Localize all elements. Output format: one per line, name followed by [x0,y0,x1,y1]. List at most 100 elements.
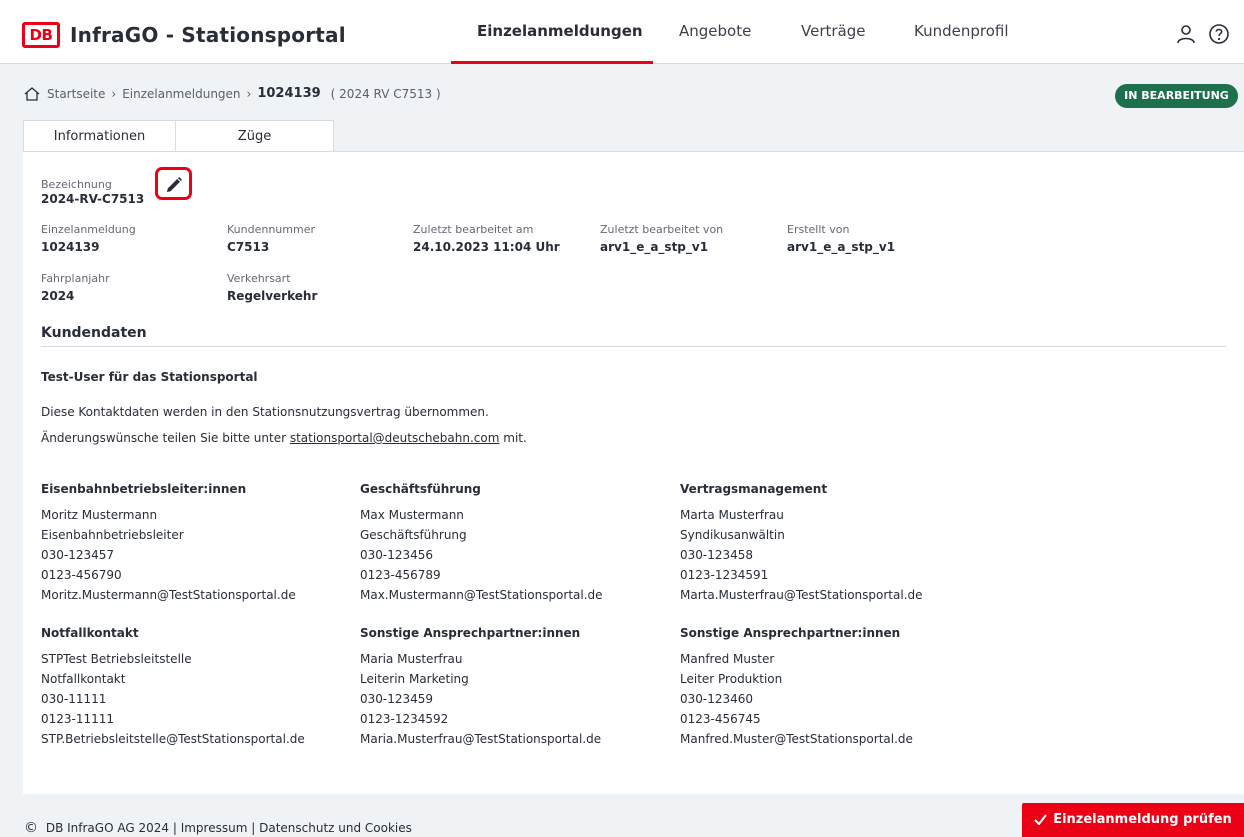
contact-line: Moritz.Mustermann@TestStationsportal.de [41,588,296,602]
breadcrumb-reference: ( 2024 RV C7513 ) [330,86,441,101]
contact-title: Geschäftsführung [360,482,481,496]
contact-line: Geschäftsführung [360,528,467,542]
nav-einzelanmeldungen[interactable]: Einzelanmeldungen [477,22,643,40]
contact-line: 030-123459 [360,692,434,706]
field-label: Erstellt von [787,223,850,236]
breadcrumb-home[interactable]: Startseite [47,87,105,101]
field-value: 24.10.2023 11:04 Uhr [413,240,560,254]
field-value: Regelverkehr [227,289,318,303]
breadcrumb: Startseite › Einzelanmeldungen › 1024139… [24,86,441,101]
contact-block: Sonstige Ansprechpartner:innen Maria Mus… [360,626,670,752]
bezeichnung-label: Bezeichnung [41,178,112,191]
contact-line: STP.Betriebsleitstelle@TestStationsporta… [41,732,305,746]
bezeichnung-value: 2024-RV-C7513 [41,192,145,206]
support-email-link[interactable]: stationsportal@deutschebahn.com [290,431,500,445]
footer-link-impressum[interactable]: Impressum [181,821,248,835]
contact-line: Eisenbahnbetriebsleiter [41,528,184,542]
field-label: Fahrplanjahr [41,272,110,285]
logo[interactable]: DB InfraGO - Stationsportal [22,22,346,48]
home-icon[interactable] [24,86,40,101]
contact-line: 030-123460 [680,692,754,706]
edit-bezeichnung-button[interactable] [155,167,192,200]
contact-line: Leiter Produktion [680,672,783,686]
help-icon[interactable] [1208,23,1230,45]
field-value: arv1_e_a_stp_v1 [600,240,709,254]
breadcrumb-parent[interactable]: Einzelanmeldungen [122,87,240,101]
field-label: Zuletzt bearbeitet von [600,223,724,236]
app-header: DB InfraGO - Stationsportal Einzelanmeld… [0,0,1244,64]
tab-informationen[interactable]: Informationen [23,120,176,151]
check-button-label: Einzelanmeldung prüfen [1053,812,1232,827]
contact-line: Leiterin Marketing [360,672,469,686]
field-value: arv1_e_a_stp_v1 [787,240,896,254]
contact-line: 030-11111 [41,692,107,706]
pencil-icon [167,177,182,192]
contact-line: Maria Musterfrau [360,652,463,666]
footer-link-datenschutz[interactable]: Datenschutz und Cookies [259,821,412,835]
contact-block: Vertragsmanagement Marta Musterfrau Synd… [680,482,990,608]
field-value: C7513 [227,240,270,254]
nav-vertraege[interactable]: Verträge [801,22,865,40]
footer: © DB InfraGO AG 2024 | Impressum | Daten… [24,820,412,836]
contact-block: Notfallkontakt STPTest Betriebsleitstell… [41,626,351,752]
info-text: Änderungswünsche teilen Sie bitte unter … [41,431,527,445]
status-badge: IN BEARBEITUNG [1115,84,1238,108]
field-value: 2024 [41,289,75,303]
info-text-before: Änderungswünsche teilen Sie bitte unter [41,431,290,445]
contact-line: 0123-456790 [41,568,122,582]
field-label: Einzelanmeldung [41,223,136,236]
contact-line: Marta.Musterfrau@TestStationsportal.de [680,588,923,602]
contact-line: Max.Mustermann@TestStationsportal.de [360,588,603,602]
contact-title: Eisenbahnbetriebsleiter:innen [41,482,247,496]
contact-title: Sonstige Ansprechpartner:innen [360,626,581,640]
contact-block: Sonstige Ansprechpartner:innen Manfred M… [680,626,990,752]
contact-line: 030-123458 [680,548,754,562]
contact-line: 0123-456745 [680,712,761,726]
contact-line: Max Mustermann [360,508,464,522]
einzelanmeldung-pruefen-button[interactable]: Einzelanmeldung prüfen [1022,803,1244,837]
contact-line: 030-123457 [41,548,115,562]
field-label: Kundennummer [227,223,315,236]
footer-company: DB InfraGO AG 2024 [45,821,169,835]
contact-block: Geschäftsführung Max Mustermann Geschäft… [360,482,670,608]
contact-line: Manfred Muster [680,652,775,666]
contact-title: Notfallkontakt [41,626,139,640]
divider [41,346,1226,347]
contact-line: 0123-456789 [360,568,441,582]
contact-title: Sonstige Ansprechpartner:innen [680,626,901,640]
contact-line: Syndikusanwältin [680,528,785,542]
contact-line: Notfallkontakt [41,672,126,686]
nav-angebote[interactable]: Angebote [679,22,751,40]
tab-zuege[interactable]: Züge [176,120,334,151]
field-label: Verkehrsart [227,272,291,285]
contact-line: STPTest Betriebsleitstelle [41,652,192,666]
checkmark-icon [1034,814,1047,826]
contact-line: 0123-1234591 [680,568,769,582]
nav-kundenprofil[interactable]: Kundenprofil [914,22,1009,40]
breadcrumb-row: Startseite › Einzelanmeldungen › 1024139… [0,80,1244,110]
contact-line: 030-123456 [360,548,434,562]
footer-separator: | [172,821,177,835]
section-title-kundendaten: Kundendaten [41,325,147,341]
app-title: InfraGO - Stationsportal [70,23,346,47]
chevron-right-icon: › [246,86,252,101]
info-text: Diese Kontaktdaten werden in den Station… [41,405,489,419]
breadcrumb-current: 1024139 [257,86,321,101]
info-text-after: mit. [499,431,527,445]
user-icon[interactable] [1175,23,1197,45]
contact-line: Maria.Musterfrau@TestStationsportal.de [360,732,602,746]
field-value: 1024139 [41,240,100,254]
contact-line: 0123-11111 [41,712,115,726]
chevron-right-icon: › [111,86,117,101]
copyright-icon: © [24,820,38,836]
contact-line: Moritz Mustermann [41,508,158,522]
details-card: Bezeichnung 2024-RV-C7513 Einzelanmeldun… [23,151,1244,794]
contact-line: 0123-1234592 [360,712,449,726]
field-label: Zuletzt bearbeitet am [413,223,534,236]
contact-line: Manfred.Muster@TestStationsportal.de [680,732,913,746]
footer-separator: | [251,821,256,835]
contact-block: Eisenbahnbetriebsleiter:innen Moritz Mus… [41,482,351,608]
contact-title: Vertragsmanagement [680,482,828,496]
contact-line: Marta Musterfrau [680,508,784,522]
active-nav-indicator [451,61,653,64]
